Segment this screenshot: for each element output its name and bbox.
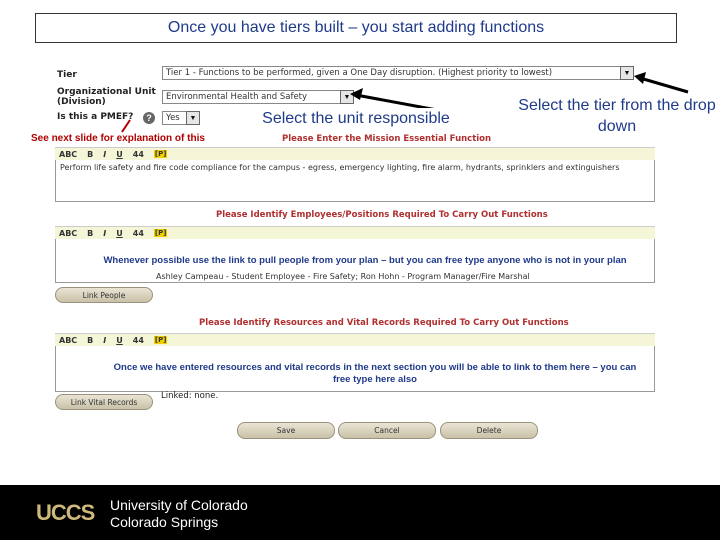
tier-arrow-head xyxy=(634,72,646,84)
uccs-logo: UCCS xyxy=(36,500,95,525)
unit-responsible-note: Select the unit responsible xyxy=(236,108,476,129)
tier-dropdown-note: Select the tier from the drop down xyxy=(518,97,716,135)
university-line-1: University of Colorado xyxy=(110,497,248,513)
university-name: University of Colorado Colorado Springs xyxy=(110,497,248,531)
tier-arrow xyxy=(639,76,689,94)
footer-bar: UCCS University of Colorado Colorado Spr… xyxy=(0,485,720,540)
university-line-2: Colorado Springs xyxy=(110,514,219,530)
see-next-slide-note: See next slide for explanation of this xyxy=(31,133,205,144)
resources-note: Once we have entered resources and vital… xyxy=(113,362,637,385)
unit-arrow-head xyxy=(350,88,363,100)
link-people-note: Whenever possible use the link to pull p… xyxy=(103,255,627,266)
pmef-arrow xyxy=(121,119,131,133)
annotation-arrows xyxy=(121,72,689,133)
